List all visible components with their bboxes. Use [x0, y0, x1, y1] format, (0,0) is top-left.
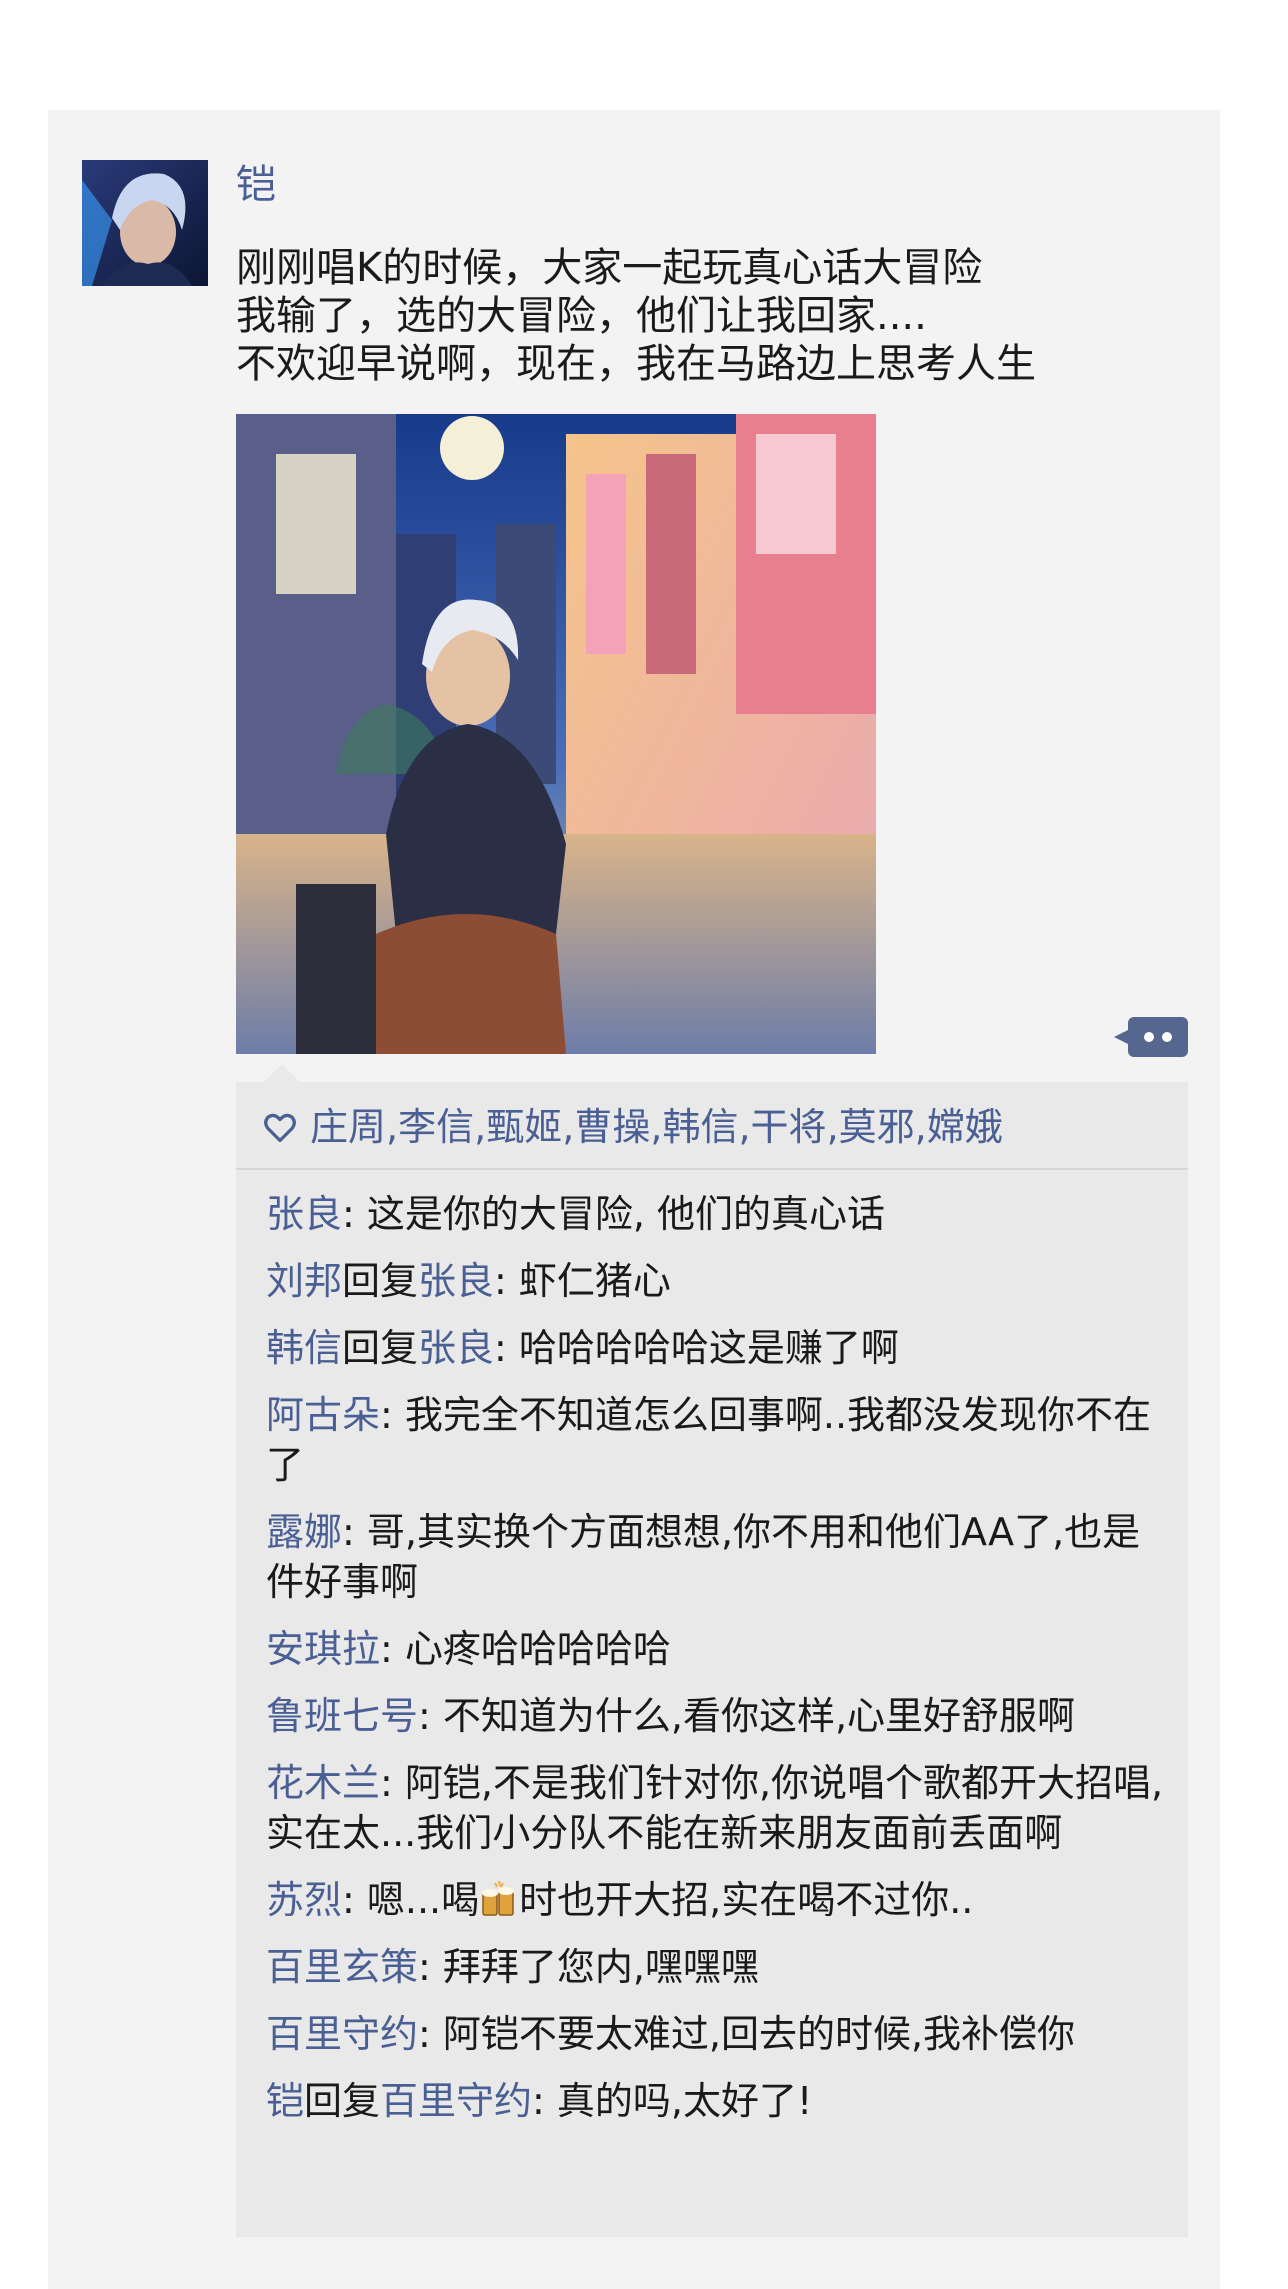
commenter-name[interactable]: 苏烈 [266, 1878, 342, 1922]
like-name[interactable]: 庄周 [310, 1098, 386, 1156]
like-separator: , [386, 1105, 399, 1149]
comment-text: : 阿铠不要太难过,回去的时候,我补偿你 [418, 2012, 1076, 2056]
commenter-name[interactable]: 花木兰 [266, 1761, 380, 1805]
comment-text: : 哈哈哈哈哈这是赚了啊 [494, 1326, 899, 1370]
comment-item[interactable]: 张良: 这是你的大冒险, 他们的真心话 [266, 1189, 1166, 1239]
comment-item[interactable]: 露娜: 哥,其实换个方面想想,你不用和他们AA了,也是件好事啊 [266, 1507, 1166, 1607]
comment-item[interactable]: 安琪拉: 心疼哈哈哈哈哈 [266, 1624, 1166, 1674]
poster-name[interactable]: 铠 [236, 160, 276, 210]
reply-word: 回复 [342, 1326, 419, 1370]
comment-item[interactable]: 铠回复百里守约: 真的吗,太好了! [266, 2076, 1166, 2126]
dot-icon [1162, 1032, 1172, 1042]
comment-text: : 虾仁猪心 [494, 1259, 671, 1303]
commenter-name[interactable]: 鲁班七号 [266, 1694, 418, 1738]
reply-to-name[interactable]: 张良 [418, 1326, 494, 1370]
like-name[interactable]: 甄姬 [486, 1098, 562, 1156]
comment-list: 张良: 这是你的大冒险, 他们的真心话 刘邦回复张良: 虾仁猪心 韩信回复张良:… [266, 1189, 1166, 2143]
commenter-name[interactable]: 百里守约 [266, 2012, 418, 2056]
avatar-image [82, 160, 208, 286]
likes-divider [236, 1168, 1188, 1170]
like-name[interactable]: 李信 [398, 1098, 474, 1156]
comment-text-after: 时也开大招,实在喝不过你.. [519, 1878, 974, 1922]
commenter-name[interactable]: 铠 [266, 2079, 304, 2123]
reply-to-name[interactable]: 张良 [418, 1259, 494, 1303]
comment-text: : 嗯...喝 [342, 1878, 480, 1922]
like-separator: , [474, 1105, 487, 1149]
comment-more-button[interactable] [1114, 1017, 1188, 1057]
comment-text: : 真的吗,太好了! [532, 2079, 813, 2123]
like-separator: , [562, 1105, 575, 1149]
like-name[interactable]: 曹操 [574, 1098, 650, 1156]
comment-text: : 我完全不知道怎么回事啊..我都没发现你不在了 [266, 1393, 1152, 1487]
comment-item[interactable]: 鲁班七号: 不知道为什么,看你这样,心里好舒服啊 [266, 1691, 1166, 1741]
heart-outline-icon [264, 1113, 296, 1143]
comment-text: : 拜拜了您内,嘿嘿嘿 [418, 1945, 759, 1989]
like-name[interactable]: 韩信 [662, 1098, 738, 1156]
reply-word: 回复 [342, 1259, 419, 1303]
like-name[interactable]: 莫邪 [839, 1098, 915, 1156]
like-name[interactable]: 嫦娥 [927, 1098, 1003, 1156]
commenter-name[interactable]: 刘邦 [266, 1259, 342, 1303]
comment-text: : 心疼哈哈哈哈哈 [380, 1627, 671, 1671]
comment-item[interactable]: 阿古朵: 我完全不知道怎么回事啊..我都没发现你不在了 [266, 1390, 1166, 1490]
post-text-line: 我输了，选的大冒险，他们让我回家.... [236, 293, 927, 339]
reply-to-name[interactable]: 百里守约 [380, 2079, 532, 2123]
comment-item[interactable]: 百里玄策: 拜拜了您内,嘿嘿嘿 [266, 1942, 1166, 1992]
commenter-name[interactable]: 阿古朵 [266, 1393, 380, 1437]
comment-item[interactable]: 花木兰: 阿铠,不是我们针对你,你说唱个歌都开大招唱,实在太...我们小分队不能… [266, 1758, 1166, 1858]
beer-icon [482, 1880, 515, 1916]
like-name[interactable]: 干将 [751, 1098, 827, 1156]
like-separator: , [650, 1105, 663, 1149]
like-separator: , [914, 1105, 927, 1149]
dot-icon [1144, 1032, 1154, 1042]
comment-text: : 哥,其实换个方面想想,你不用和他们AA了,也是件好事啊 [266, 1510, 1141, 1604]
comment-text: : 阿铠,不是我们针对你,你说唱个歌都开大招唱,实在太...我们小分队不能在新来… [266, 1761, 1164, 1855]
like-separator: , [826, 1105, 839, 1149]
comment-item[interactable]: 苏烈: 嗯...喝 时也开大招,实在喝不过你.. [266, 1875, 1166, 1925]
avatar[interactable] [82, 160, 208, 286]
panel-notch [264, 1064, 300, 1082]
comment-item[interactable]: 百里守约: 阿铠不要太难过,回去的时候,我补偿你 [266, 2009, 1166, 2059]
commenter-name[interactable]: 百里玄策 [266, 1945, 418, 1989]
commenter-name[interactable]: 张良 [266, 1192, 342, 1236]
post-text: 刚刚唱K的时候，大家一起玩真心话大冒险 我输了，选的大冒险，他们让我回家....… [236, 244, 1166, 388]
like-separator: , [738, 1105, 751, 1149]
comment-text: : 不知道为什么,看你这样,心里好舒服啊 [418, 1694, 1076, 1738]
comment-item[interactable]: 刘邦回复张良: 虾仁猪心 [266, 1256, 1166, 1306]
likes-row: 庄周, 李信, 甄姬, 曹操, 韩信, 干将, 莫邪, 嫦娥 [262, 1098, 1003, 1156]
illustrated-photo [236, 414, 876, 1054]
commenter-name[interactable]: 韩信 [266, 1326, 342, 1370]
post-text-line: 不欢迎早说啊，现在，我在马路边上思考人生 [236, 341, 1036, 387]
comment-text: : 这是你的大冒险, 他们的真心话 [342, 1192, 886, 1236]
comment-item[interactable]: 韩信回复张良: 哈哈哈哈哈这是赚了啊 [266, 1323, 1166, 1373]
post-text-line: 刚刚唱K的时候，大家一起玩真心话大冒险 [236, 245, 983, 291]
reply-word: 回复 [304, 2079, 381, 2123]
commenter-name[interactable]: 安琪拉 [266, 1627, 380, 1671]
commenter-name[interactable]: 露娜 [266, 1510, 342, 1554]
post-photo[interactable] [236, 414, 876, 1054]
